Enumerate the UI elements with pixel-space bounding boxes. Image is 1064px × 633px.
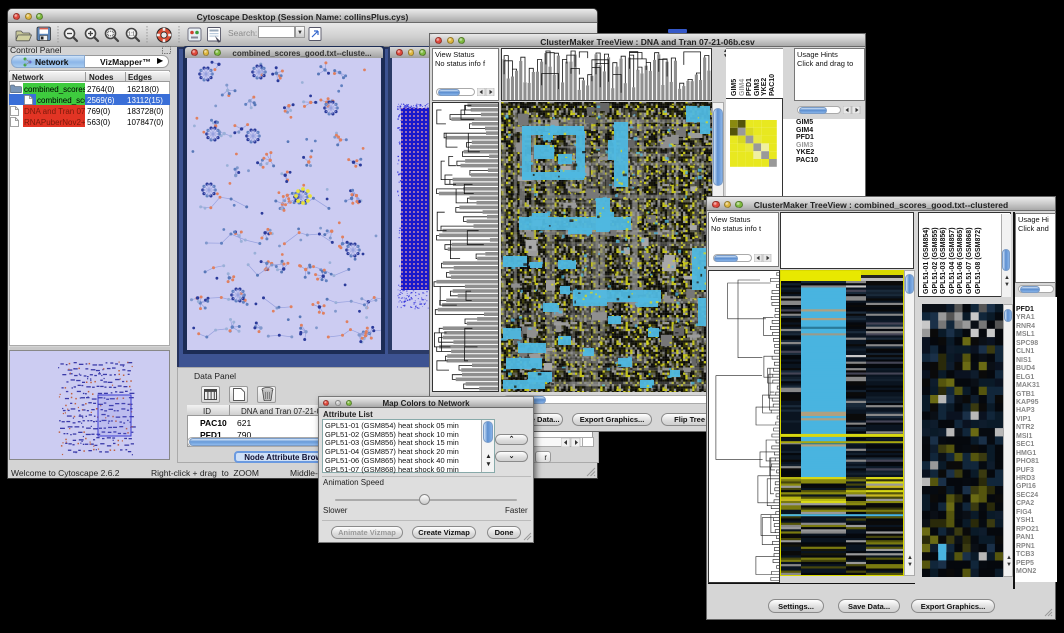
svg-text:1:1: 1:1 xyxy=(128,32,135,38)
